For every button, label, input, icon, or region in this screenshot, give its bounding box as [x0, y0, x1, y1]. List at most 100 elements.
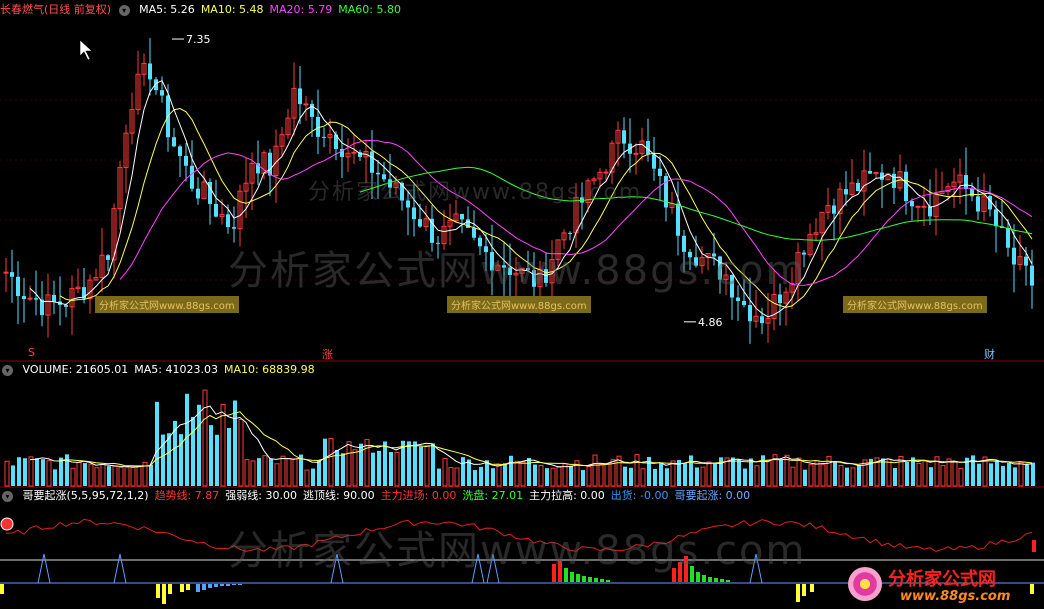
volume-bar — [479, 466, 483, 486]
chevron-down-icon[interactable]: ▾ — [2, 364, 13, 376]
volume-bar — [11, 465, 15, 486]
volume-bar — [808, 464, 814, 487]
volume-bar — [346, 441, 352, 487]
volume-bar — [586, 465, 592, 487]
volume-bar — [473, 470, 477, 486]
volume-bar — [130, 466, 136, 487]
marker-cai[interactable]: 财 — [984, 346, 995, 362]
candle-body — [748, 305, 752, 322]
chevron-down-icon[interactable]: ▾ — [118, 4, 130, 16]
watermark-large: 分析家公式网www.88gs.com — [228, 248, 807, 294]
volume-bar — [737, 459, 741, 486]
ind-legend-item-0: 哥要起涨(5,5,95,72,1,2) — [22, 489, 149, 502]
volume-bar — [53, 469, 57, 486]
volume-bar — [700, 466, 706, 487]
candle-body — [160, 90, 164, 96]
volume-bar — [545, 468, 549, 486]
flower-logo-icon — [848, 567, 882, 601]
out-bar — [196, 584, 200, 592]
candle-body — [22, 296, 26, 300]
volume-bar — [604, 463, 610, 487]
volume-panel[interactable]: ▾ VOLUME: 21605.01 MA5: 41023.03 MA10: 688… — [0, 362, 1044, 488]
volume-bar — [28, 456, 34, 487]
candle-body — [994, 209, 998, 227]
signal-bar — [1032, 540, 1036, 552]
volume-bar — [659, 463, 663, 486]
volume-bar — [1013, 467, 1017, 486]
yellow-bar — [186, 584, 190, 590]
yellow-bar — [802, 584, 806, 596]
site-tag-1: 分析家公式网www.88gs.com — [95, 296, 239, 313]
volume-bar — [70, 467, 76, 487]
marker-zhang[interactable]: 涨 — [322, 346, 333, 362]
volume-bar — [695, 467, 699, 486]
candle-body — [880, 172, 884, 180]
volume-bar — [952, 461, 958, 487]
wash-bar — [588, 577, 592, 582]
volume-bar — [977, 463, 981, 486]
candle-body — [418, 219, 422, 227]
volume-bar — [461, 457, 465, 486]
volume-bar — [149, 464, 153, 486]
site-tag-3: 分析家公式网www.88gs.com — [843, 296, 987, 313]
volume-bar — [364, 439, 370, 487]
candle-body — [52, 294, 56, 302]
volume-bar — [820, 464, 826, 487]
volume-bar — [1031, 462, 1035, 486]
volume-bar — [538, 464, 544, 487]
volume-bar — [437, 468, 441, 486]
candle-body — [832, 205, 836, 214]
volume-bar — [419, 446, 423, 486]
volume-bar — [665, 468, 669, 486]
volume-bar — [550, 467, 556, 487]
wash-bar — [714, 578, 718, 582]
candle-body — [351, 151, 357, 154]
candle-body — [736, 297, 740, 302]
volume-bar — [209, 425, 213, 486]
chevron-down-icon[interactable]: ▾ — [2, 490, 13, 502]
wash-bar — [726, 580, 730, 582]
yellow-bar — [162, 584, 166, 604]
yellow-bar — [180, 584, 184, 592]
volume-bar — [155, 401, 159, 486]
volume-bar — [838, 464, 844, 487]
candle-body — [976, 196, 980, 212]
volume-bar — [257, 458, 261, 486]
vol-ma10-line — [59, 411, 1033, 467]
volume-bar — [215, 434, 219, 486]
price-panel[interactable]: 长春燃气(日线 前复权) ▾ MA5: 5.26 MA10: 5.48 MA20: … — [0, 0, 1044, 362]
volume-bar — [59, 457, 63, 486]
volume-bar — [893, 467, 897, 486]
volume-chart[interactable] — [0, 362, 1044, 488]
volume-bar — [971, 455, 975, 486]
indicator-panel[interactable]: ▾ 哥要起涨(5,5,95,72,1,2) 趋势线: 7.87 强弱线: 30.00… — [0, 488, 1044, 609]
yellow-bar — [168, 584, 172, 594]
volume-bar — [17, 457, 21, 486]
volume-bar — [167, 433, 171, 486]
volume-bar — [623, 466, 627, 486]
volume-bar — [598, 463, 604, 487]
candle-body — [676, 203, 680, 236]
out-bar — [232, 584, 236, 585]
wash-bar — [606, 580, 610, 582]
volume-bar — [94, 467, 100, 487]
volume-bar — [100, 463, 106, 487]
stock-title[interactable]: 长春燃气(日线 前复权) — [0, 3, 111, 16]
logo-url: www.88gs.com — [900, 589, 1011, 604]
volume-bar — [202, 389, 208, 487]
volume-bar — [905, 462, 909, 486]
cursor-icon — [79, 39, 93, 61]
volume-bar — [107, 466, 111, 486]
candle-body — [196, 188, 200, 199]
volume-bar — [629, 467, 633, 486]
volume-bar — [653, 469, 657, 486]
volume-bar — [328, 438, 334, 487]
volume-bar — [491, 468, 495, 486]
indicator-legend: ▾ 哥要起涨(5,5,95,72,1,2) 趋势线: 7.87 强弱线: 30.00… — [0, 488, 762, 504]
candle-body — [34, 298, 38, 300]
volume-bar — [35, 458, 39, 486]
volume-bar — [640, 468, 646, 487]
marker-s[interactable]: S — [28, 346, 35, 359]
candle-body — [1024, 256, 1028, 266]
volume-bar — [779, 459, 783, 486]
